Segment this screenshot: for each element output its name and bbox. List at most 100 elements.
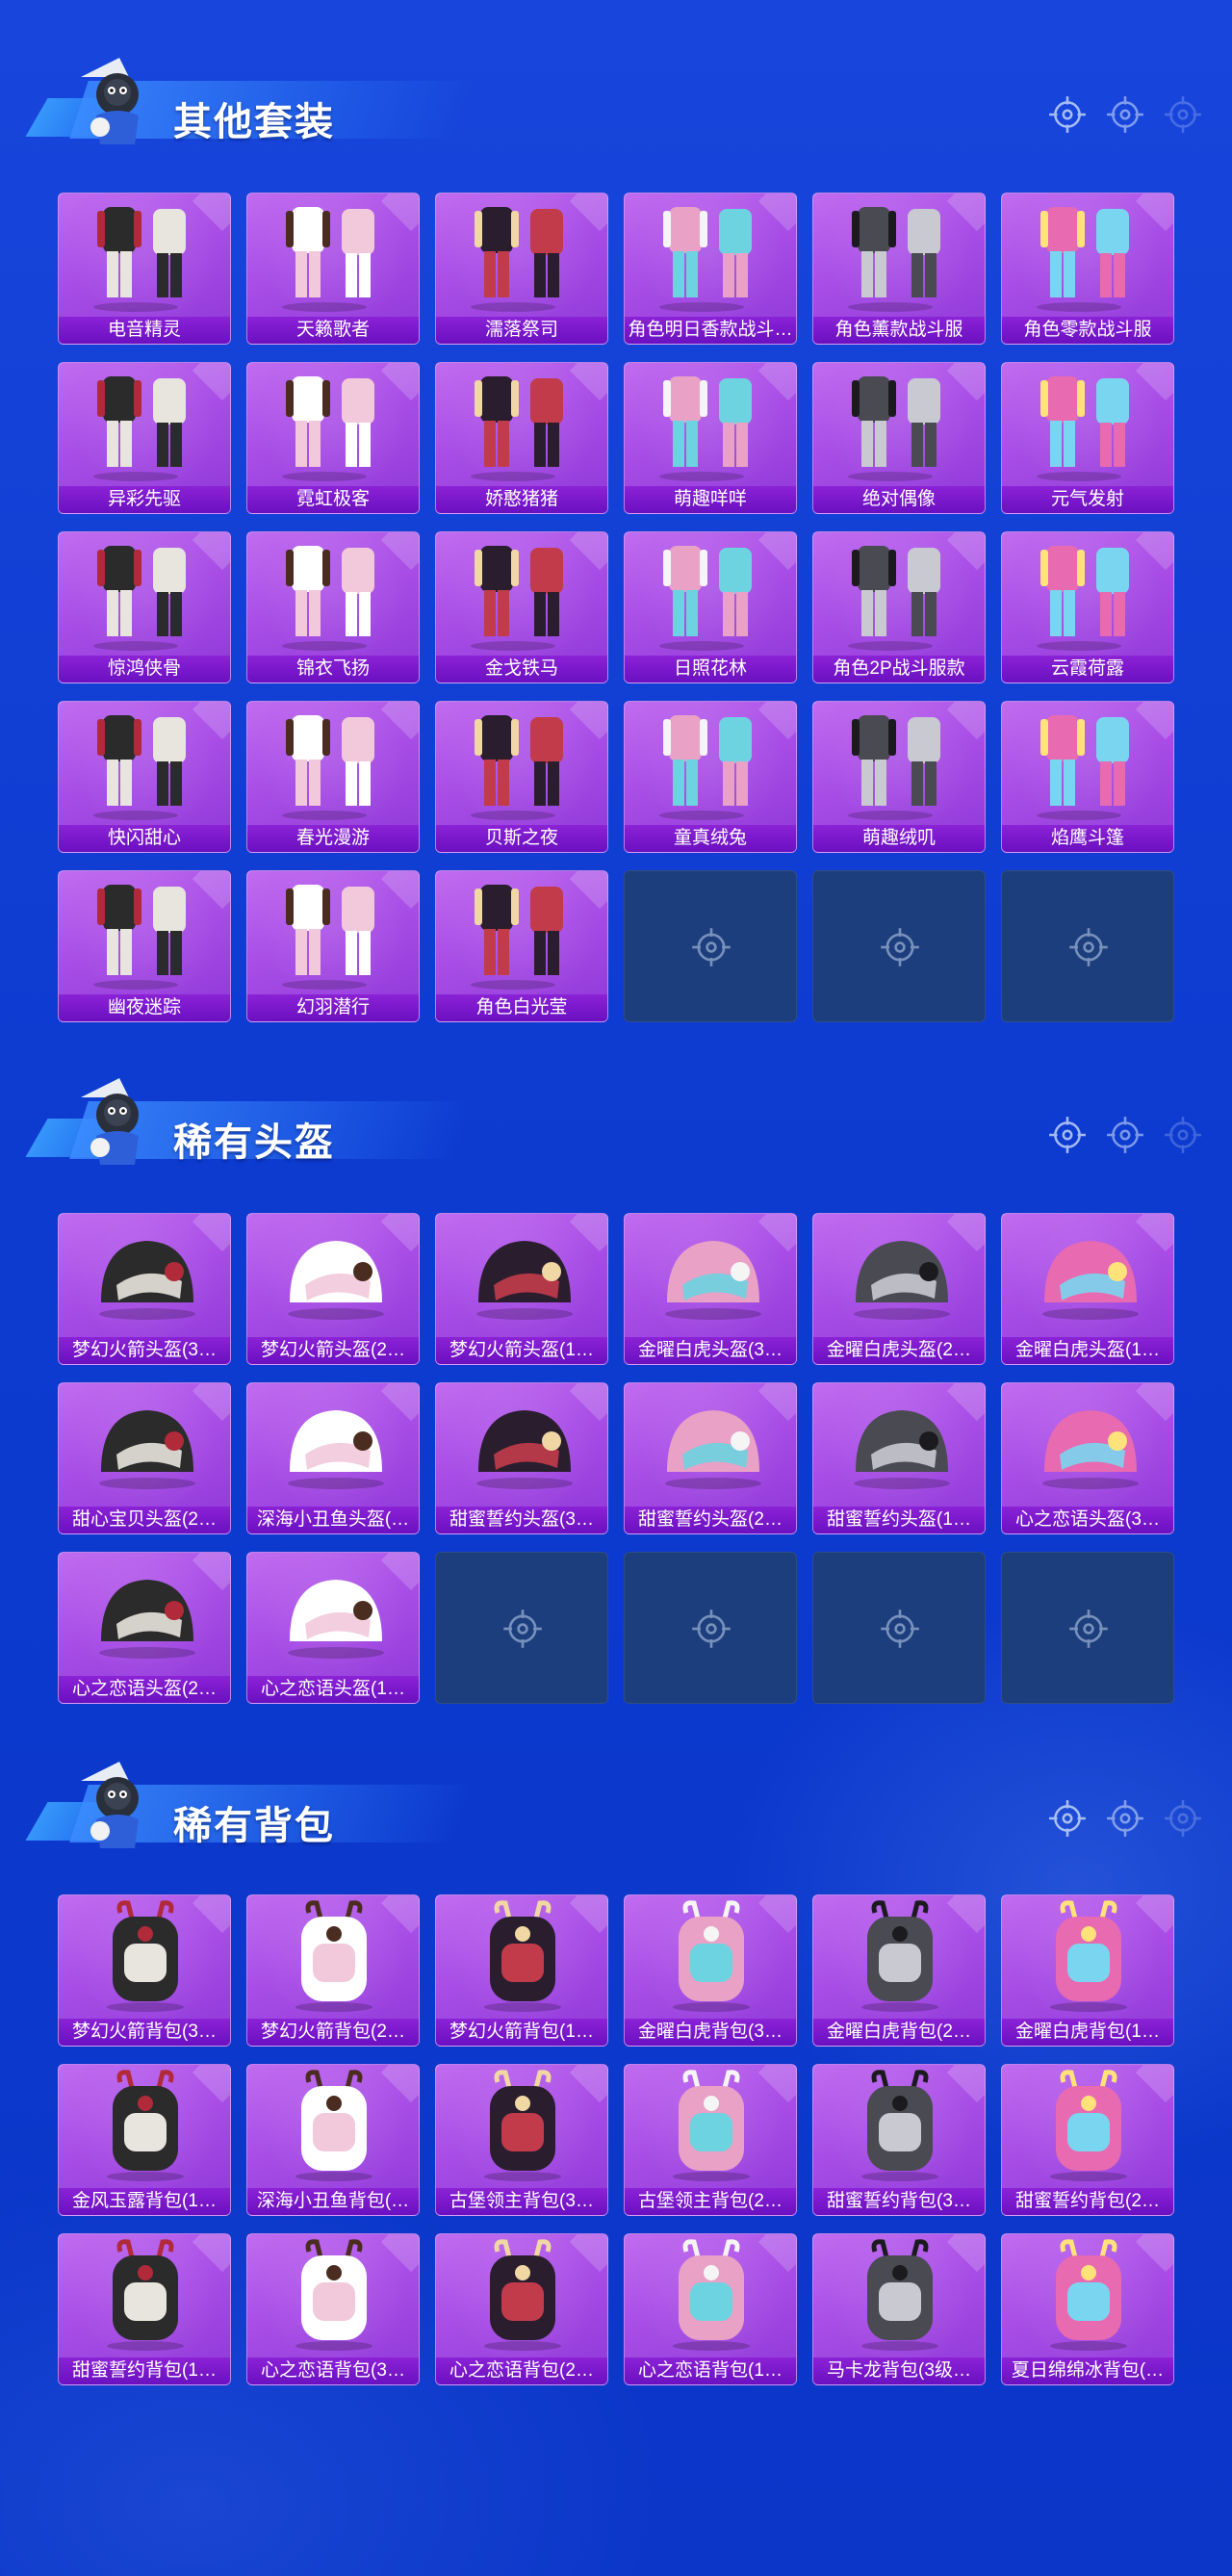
item-tile[interactable]: 金曜白虎背包(2… xyxy=(812,1894,986,2047)
item-tile[interactable]: 心之恋语头盔(1… xyxy=(246,1552,420,1704)
item-tile[interactable]: 甜蜜誓约背包(3… xyxy=(812,2064,986,2216)
item-tile[interactable]: 焰鹰斗篷 xyxy=(1001,701,1174,853)
backpack-image xyxy=(107,1900,184,2012)
item-label: 甜蜜誓约头盔(2… xyxy=(625,1507,796,1533)
item-tile[interactable]: 马卡龙背包(3级… xyxy=(812,2233,986,2385)
item-tile[interactable]: 梦幻火箭背包(1… xyxy=(435,1894,608,2047)
item-tile[interactable]: 心之恋语头盔(3… xyxy=(1001,1382,1174,1534)
item-tile[interactable]: 幽夜迷踪 xyxy=(58,870,231,1022)
item-label: 锦衣飞扬 xyxy=(247,656,419,683)
item-tile[interactable]: 娇憨猪猪 xyxy=(435,362,608,514)
item-tile[interactable]: 梦幻火箭头盔(3… xyxy=(58,1213,231,1365)
item-label: 贝斯之夜 xyxy=(436,825,607,852)
backpack-image xyxy=(861,2239,938,2351)
item-tile[interactable]: 日照花林 xyxy=(624,531,797,683)
item-tile[interactable]: 金风玉露背包(1… xyxy=(58,2064,231,2216)
item-label: 甜蜜誓约背包(1… xyxy=(59,2357,230,2384)
crosshair-icon xyxy=(881,1610,919,1648)
item-tile[interactable]: 心之恋语背包(2… xyxy=(435,2233,608,2385)
item-tile[interactable]: 古堡领主背包(3… xyxy=(435,2064,608,2216)
item-tile[interactable]: 云霞荷露 xyxy=(1001,531,1174,683)
item-tile[interactable]: 濡落祭司 xyxy=(435,193,608,345)
item-tile[interactable]: 萌趣绒叽 xyxy=(812,701,986,853)
crosshair-icon xyxy=(1107,96,1143,133)
item-label: 幻羽潜行 xyxy=(247,994,419,1021)
item-tile[interactable]: 角色薰款战斗服 xyxy=(812,193,986,345)
item-tile[interactable]: 金曜白虎背包(1… xyxy=(1001,1894,1174,2047)
item-tile[interactable]: 金戈铁马 xyxy=(435,531,608,683)
item-tile[interactable]: 电音精灵 xyxy=(58,193,231,345)
item-tile[interactable]: 心之恋语头盔(2… xyxy=(58,1552,231,1704)
item-tile[interactable]: 梦幻火箭头盔(1… xyxy=(435,1213,608,1365)
item-tile[interactable]: 角色明日香款战斗… xyxy=(624,193,797,345)
item-tile[interactable]: 贝斯之夜 xyxy=(435,701,608,853)
item-label: 娇憨猪猪 xyxy=(436,486,607,513)
decor-crosshairs xyxy=(1047,94,1203,135)
item-tile[interactable]: 惊鸿侠骨 xyxy=(58,531,231,683)
item-tile[interactable]: 角色2P战斗服款 xyxy=(812,531,986,683)
empty-slot xyxy=(624,1552,797,1704)
item-tile[interactable]: 快闪甜心 xyxy=(58,701,231,853)
item-label: 天籁歌者 xyxy=(247,317,419,344)
item-label: 甜蜜誓约背包(3… xyxy=(813,2188,985,2215)
item-tile[interactable]: 锦衣飞扬 xyxy=(246,531,420,683)
outfit-image xyxy=(848,376,940,481)
item-tile[interactable]: 金曜白虎头盔(2… xyxy=(812,1213,986,1365)
item-tile[interactable]: 梦幻火箭背包(3… xyxy=(58,1894,231,2047)
item-tile[interactable]: 角色白光莹 xyxy=(435,870,608,1022)
item-tile[interactable]: 甜蜜誓约头盔(1… xyxy=(812,1382,986,1534)
outfit-image xyxy=(1037,376,1129,481)
item-label: 幽夜迷踪 xyxy=(59,994,230,1021)
item-tile[interactable]: 童真绒兔 xyxy=(624,701,797,853)
item-label: 甜蜜誓约头盔(3… xyxy=(436,1507,607,1533)
item-label: 梦幻火箭背包(2… xyxy=(247,2019,419,2046)
item-tile[interactable]: 霓虹极客 xyxy=(246,362,420,514)
item-tile[interactable]: 古堡领主背包(2… xyxy=(624,2064,797,2216)
item-label: 绝对偶像 xyxy=(813,486,985,513)
item-label: 金曜白虎背包(3… xyxy=(625,2019,796,2046)
item-label: 金曜白虎背包(1… xyxy=(1002,2019,1173,2046)
item-tile[interactable]: 春光漫游 xyxy=(246,701,420,853)
item-tile[interactable]: 心之恋语背包(1… xyxy=(624,2233,797,2385)
item-label: 心之恋语背包(1… xyxy=(625,2357,796,2384)
item-tile[interactable]: 绝对偶像 xyxy=(812,362,986,514)
item-label: 马卡龙背包(3级… xyxy=(813,2357,985,2384)
item-label: 梦幻火箭背包(3… xyxy=(59,2019,230,2046)
item-tile[interactable]: 梦幻火箭头盔(2… xyxy=(246,1213,420,1365)
item-label: 异彩先驱 xyxy=(59,486,230,513)
item-tile[interactable]: 萌趣咩咩 xyxy=(624,362,797,514)
backpack-image xyxy=(861,1900,938,2012)
item-tile[interactable]: 夏日绵绵冰背包(… xyxy=(1001,2233,1174,2385)
outfit-image xyxy=(471,376,563,481)
outfit-image xyxy=(1037,546,1129,651)
crosshair-icon xyxy=(1107,1117,1143,1153)
item-tile[interactable]: 心之恋语背包(3… xyxy=(246,2233,420,2385)
helmet-image xyxy=(99,1241,195,1320)
item-tile[interactable]: 角色零款战斗服 xyxy=(1001,193,1174,345)
item-tile[interactable]: 甜心宝贝头盔(2… xyxy=(58,1382,231,1534)
item-tile[interactable]: 金曜白虎头盔(1… xyxy=(1001,1213,1174,1365)
section-header: 稀有头盔 xyxy=(19,1069,500,1174)
backpack-image xyxy=(673,2239,750,2351)
crosshair-icon xyxy=(692,1610,731,1648)
item-tile[interactable]: 甜蜜誓约背包(2… xyxy=(1001,2064,1174,2216)
outfit-image xyxy=(1037,715,1129,820)
item-tile[interactable]: 幻羽潜行 xyxy=(246,870,420,1022)
item-label: 深海小丑鱼背包(… xyxy=(247,2188,419,2215)
item-tile[interactable]: 金曜白虎头盔(3… xyxy=(624,1213,797,1365)
item-tile[interactable]: 异彩先驱 xyxy=(58,362,231,514)
item-tile[interactable]: 天籁歌者 xyxy=(246,193,420,345)
item-tile[interactable]: 甜蜜誓约头盔(2… xyxy=(624,1382,797,1534)
item-tile[interactable]: 甜蜜誓约背包(1… xyxy=(58,2233,231,2385)
item-tile[interactable]: 梦幻火箭背包(2… xyxy=(246,1894,420,2047)
outfit-image xyxy=(282,207,374,312)
item-tile[interactable]: 金曜白虎背包(3… xyxy=(624,1894,797,2047)
outfit-image xyxy=(282,376,374,481)
item-tile[interactable]: 深海小丑鱼背包(… xyxy=(246,2064,420,2216)
crosshair-icon xyxy=(1165,96,1201,133)
item-label: 春光漫游 xyxy=(247,825,419,852)
item-tile[interactable]: 甜蜜誓约头盔(3… xyxy=(435,1382,608,1534)
item-tile[interactable]: 深海小丑鱼头盔(… xyxy=(246,1382,420,1534)
item-tile[interactable]: 元气发射 xyxy=(1001,362,1174,514)
section-title: 稀有背包 xyxy=(173,1805,335,1847)
